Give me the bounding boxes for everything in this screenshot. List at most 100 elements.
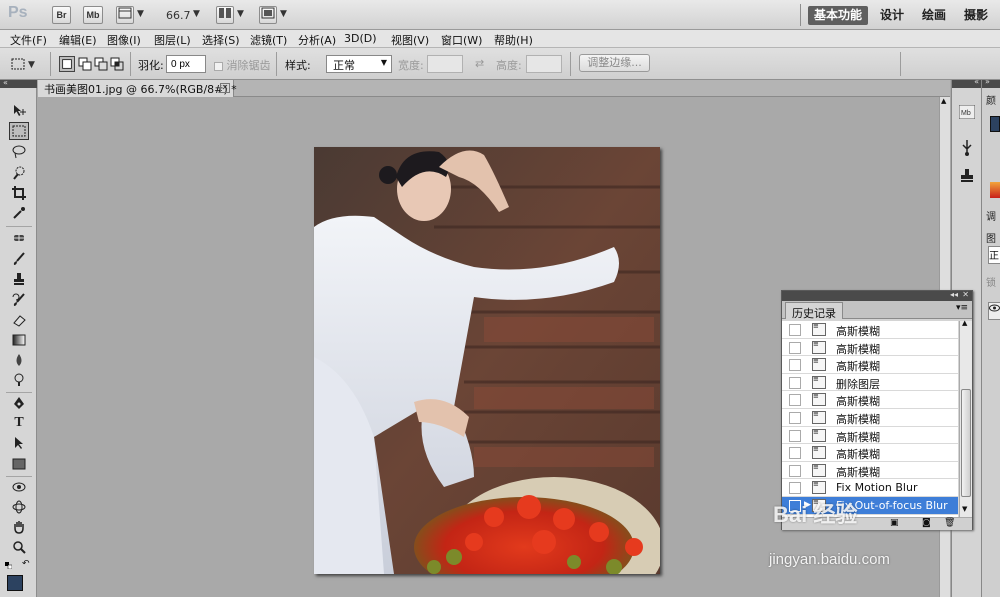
- layer-visibility-eye-icon[interactable]: [988, 302, 1000, 320]
- document-tab[interactable]: 书画美图01.jpg @ 66.7%(RGB/8#) * ✕: [38, 80, 237, 97]
- zoom-level[interactable]: 66.7: [166, 9, 191, 22]
- add-to-selection-icon[interactable]: [77, 56, 93, 72]
- rectangle-tool-icon[interactable]: [9, 455, 29, 473]
- history-scroll-down-icon[interactable]: ▼: [962, 505, 967, 513]
- zoom-dropdown-icon[interactable]: ▼: [193, 9, 200, 19]
- new-selection-icon[interactable]: [59, 56, 75, 72]
- move-tool-icon[interactable]: [9, 102, 29, 120]
- history-state-row[interactable]: ▶ ≡ Fix Out-of-focus Blur: [782, 496, 958, 515]
- history-state-row[interactable]: ≡ 高斯模糊: [782, 444, 958, 462]
- close-document-icon[interactable]: ✕: [220, 83, 230, 93]
- zoom-tool-icon[interactable]: [9, 538, 29, 556]
- workspace-design[interactable]: 设计: [874, 6, 910, 25]
- view-extras-button[interactable]: [116, 6, 134, 24]
- crop-tool-icon[interactable]: [9, 184, 29, 202]
- history-state-row[interactable]: ≡ 高斯模糊: [782, 462, 958, 480]
- rectangular-marquee-tool-icon[interactable]: [9, 122, 29, 140]
- spot-healing-brush-tool-icon[interactable]: [9, 229, 29, 247]
- history-state-row[interactable]: ≡ 高斯模糊: [782, 339, 958, 357]
- blend-mode-select[interactable]: 正: [988, 246, 1000, 264]
- menu-analysis[interactable]: 分析(A): [298, 32, 336, 48]
- swap-colors-icon[interactable]: ↶: [22, 559, 30, 569]
- rectangular-marquee-preset-icon[interactable]: [10, 56, 26, 72]
- create-snapshot-icon[interactable]: ◙: [922, 518, 931, 528]
- expand-dock-icon[interactable]: «: [974, 77, 979, 86]
- workspace-photography[interactable]: 摄影: [958, 6, 994, 25]
- gradient-tool-icon[interactable]: [9, 331, 29, 349]
- tool-preset-dropdown-icon[interactable]: ▼: [28, 60, 35, 70]
- history-panel-tab[interactable]: 历史记录: [785, 302, 843, 320]
- 3d-orbit-tool-icon[interactable]: [9, 498, 29, 516]
- history-brush-source-checkbox[interactable]: [789, 324, 801, 336]
- close-history-icon[interactable]: ✕: [962, 290, 969, 299]
- expanded-dock-header[interactable]: »: [982, 77, 1000, 88]
- menu-file[interactable]: 文件(F): [10, 32, 47, 48]
- history-state-row[interactable]: ≡ 删除图层: [782, 374, 958, 392]
- intersect-selection-icon[interactable]: [109, 56, 125, 72]
- workspace-painting[interactable]: 绘画: [916, 6, 952, 25]
- eraser-tool-icon[interactable]: [9, 311, 29, 329]
- menu-3d[interactable]: 3D(D): [344, 32, 377, 45]
- history-brush-source-checkbox[interactable]: [789, 482, 801, 495]
- type-tool-icon[interactable]: T: [9, 414, 29, 432]
- history-brush-source-checkbox[interactable]: [789, 341, 801, 354]
- eyedropper-tool-icon[interactable]: [9, 204, 29, 222]
- collapse-toolbox-icon[interactable]: «: [3, 78, 8, 87]
- menu-edit[interactable]: 编辑(E): [59, 32, 97, 48]
- path-selection-tool-icon[interactable]: [9, 434, 29, 452]
- swap-width-height-icon[interactable]: ⇄: [475, 57, 484, 70]
- new-document-from-state-icon[interactable]: ▣: [890, 518, 899, 528]
- history-brush-source-checkbox[interactable]: [789, 447, 801, 460]
- foreground-color-preview[interactable]: [990, 116, 1000, 132]
- menu-select[interactable]: 选择(S): [202, 32, 240, 48]
- history-brush-source-checkbox[interactable]: [789, 394, 801, 407]
- color-panel-tab[interactable]: 颜: [986, 92, 996, 107]
- antialias-checkbox-box[interactable]: [214, 61, 223, 71]
- subtract-from-selection-icon[interactable]: [93, 56, 109, 72]
- lasso-tool-icon[interactable]: [9, 143, 29, 161]
- dock-header[interactable]: «: [952, 77, 981, 88]
- document-image[interactable]: [314, 147, 660, 574]
- screen-mode-button[interactable]: [259, 6, 277, 24]
- adjustments-panel-tab[interactable]: 调: [986, 208, 996, 223]
- quick-selection-tool-icon[interactable]: [9, 164, 29, 182]
- menu-view[interactable]: 视图(V): [391, 32, 429, 48]
- history-state-row[interactable]: ≡ 高斯模糊: [782, 427, 958, 445]
- feather-input[interactable]: [166, 55, 206, 73]
- history-state-row[interactable]: ≡ Fix Motion Blur: [782, 479, 958, 497]
- history-brush-source-checkbox[interactable]: [789, 429, 801, 442]
- history-state-row[interactable]: ≡ 高斯模糊: [782, 409, 958, 427]
- usb-panel-icon[interactable]: [958, 140, 976, 158]
- mini-bridge-panel-icon[interactable]: Mb: [958, 104, 976, 123]
- stamp-panel-icon[interactable]: [958, 168, 976, 186]
- launch-bridge-button[interactable]: Br: [52, 6, 71, 24]
- history-panel-menu-icon[interactable]: ▾≡: [956, 303, 968, 313]
- color-ramp[interactable]: [990, 182, 1000, 198]
- history-panel-header[interactable]: ◂◂ ✕: [782, 290, 972, 301]
- foreground-color-swatch[interactable]: [7, 575, 23, 591]
- toolbox-header[interactable]: «: [0, 78, 37, 88]
- history-brush-source-checkbox[interactable]: [789, 464, 801, 477]
- arrange-documents-button[interactable]: [216, 6, 234, 24]
- menu-window[interactable]: 窗口(W): [441, 32, 482, 48]
- workspace-essentials[interactable]: 基本功能: [808, 6, 869, 25]
- clone-stamp-tool-icon[interactable]: [9, 270, 29, 288]
- collapse-history-icon[interactable]: ◂◂: [950, 290, 958, 299]
- brush-tool-icon[interactable]: [9, 250, 29, 268]
- collapse-panels-icon[interactable]: »: [985, 77, 990, 86]
- refine-edge-button[interactable]: 调整边缘...: [579, 54, 650, 72]
- 3d-rotate-tool-icon[interactable]: [9, 478, 29, 496]
- delete-state-icon[interactable]: 🗑: [944, 518, 955, 528]
- history-scroll-up-icon[interactable]: ▲: [962, 319, 967, 327]
- height-input[interactable]: [526, 55, 562, 73]
- history-state-row[interactable]: ≡ 高斯模糊: [782, 356, 958, 374]
- history-state-row[interactable]: ≡ 高斯模糊: [782, 391, 958, 409]
- history-brush-source-checkbox[interactable]: [789, 376, 801, 389]
- default-colors-icon[interactable]: [5, 559, 13, 570]
- hand-tool-icon[interactable]: [9, 518, 29, 536]
- launch-mini-bridge-button[interactable]: Mb: [83, 6, 103, 24]
- history-brush-source-checkbox[interactable]: [789, 499, 801, 512]
- history-state-row[interactable]: ≡ 高斯模糊: [782, 321, 958, 339]
- history-scrollbar[interactable]: ▲ ▼: [959, 319, 972, 517]
- style-select[interactable]: 正常 ▼: [326, 55, 392, 73]
